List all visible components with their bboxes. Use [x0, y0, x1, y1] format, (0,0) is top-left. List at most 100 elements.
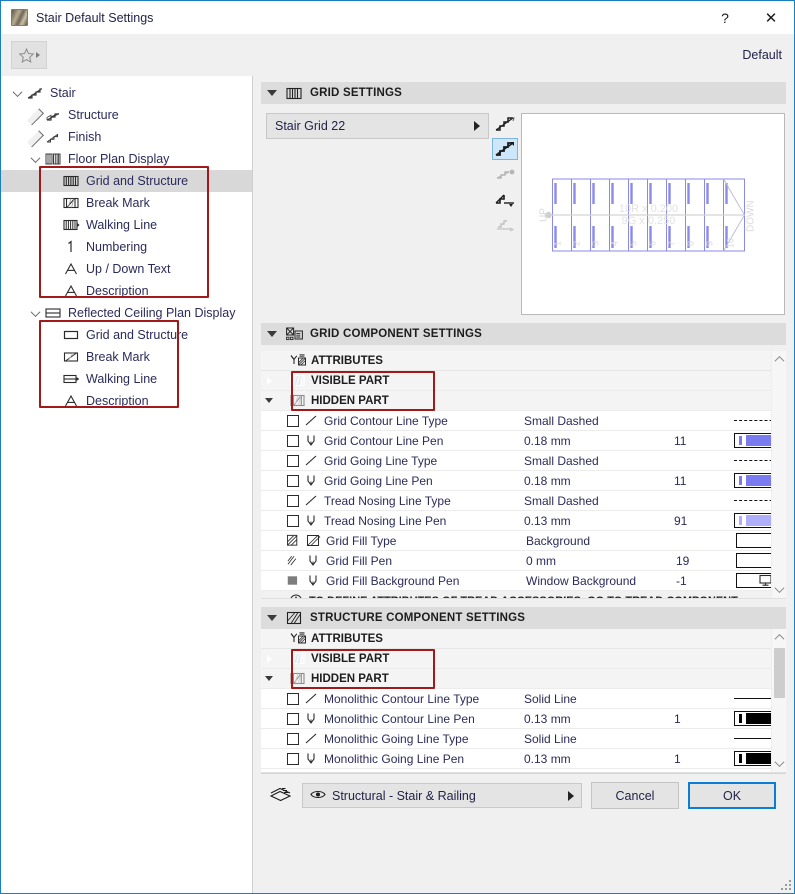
row-checkbox[interactable] [287, 712, 299, 725]
grid-combo[interactable]: Stair Grid 22 [266, 113, 489, 139]
table-row[interactable]: Monolithic Going Line Pen 0.13 mm 1 [261, 749, 771, 769]
chevron-down-icon[interactable] [27, 152, 43, 163]
sidebar-item-description[interactable]: Description [1, 280, 252, 302]
pen-color-swatch[interactable] [734, 433, 771, 448]
table-row[interactable]: Grid Fill Background Pen Window Backgroun… [261, 571, 771, 591]
help-button[interactable]: ? [702, 1, 748, 34]
ok-button[interactable]: OK [688, 782, 776, 809]
row-value[interactable]: 0.13 mm [524, 712, 674, 726]
stair-view-elevation-icon[interactable] [492, 213, 518, 235]
scroll-down-icon[interactable] [774, 581, 784, 598]
walking-line-icon [61, 218, 81, 232]
table-row[interactable]: Grid Going Line Type Small Dashed [261, 451, 771, 471]
row-value[interactable]: Small Dashed [524, 454, 674, 468]
row-value[interactable]: 0.13 mm [524, 752, 674, 766]
chevron-right-icon[interactable] [26, 107, 44, 125]
row-value[interactable]: 0.13 mm [524, 514, 674, 528]
table-row[interactable]: Grid Fill Type Background [261, 531, 771, 551]
sidebar-item-grid-and-structure[interactable]: Grid and Structure [1, 324, 252, 346]
collapse-triangle-icon[interactable] [261, 676, 277, 681]
row-value[interactable]: Small Dashed [524, 494, 674, 508]
table-row[interactable]: Grid Going Line Pen 0.18 mm 11 [261, 471, 771, 491]
favorites-button[interactable] [11, 41, 47, 69]
table-row[interactable]: Tread Nosing Line Type Small Dashed [261, 491, 771, 511]
row-checkbox[interactable] [287, 752, 299, 765]
pen-color-swatch[interactable] [734, 513, 771, 528]
sidebar-item-floor-plan-display[interactable]: Floor Plan Display [1, 148, 252, 170]
svg-text:6: 6 [648, 241, 658, 246]
sidebar-item-structure[interactable]: Structure [1, 104, 252, 126]
table-row[interactable]: Monolithic Going Line Type Solid Line [261, 729, 771, 749]
row-checkbox[interactable] [287, 434, 299, 447]
expand-triangle-icon[interactable] [261, 654, 277, 663]
structure-component-rows: ATTRIBUTES VISIBLE PART HIDDEN PART Monolit… [261, 629, 771, 772]
row-value[interactable]: Solid Line [524, 732, 674, 746]
row-value[interactable]: Window Background [526, 574, 676, 588]
scroll-up-icon[interactable] [774, 629, 784, 646]
row-value[interactable]: Background [526, 534, 676, 548]
cancel-button[interactable]: Cancel [591, 782, 679, 809]
group-row-hidden-part[interactable]: HIDDEN PART [261, 669, 771, 689]
stair-view-section-icon[interactable] [492, 188, 518, 210]
chevron-down-icon[interactable] [9, 86, 25, 97]
structure-component-settings-header[interactable]: STRUCTURE COMPONENT SETTINGS [261, 607, 786, 629]
sidebar-item-description[interactable]: Description [1, 390, 252, 412]
sidebar-item-finish[interactable]: Finish [1, 126, 252, 148]
row-value[interactable]: 0.18 mm [524, 474, 674, 488]
row-value[interactable]: 0.18 mm [524, 434, 674, 448]
pen-color-swatch[interactable] [734, 711, 771, 726]
row-value[interactable]: Small Dashed [524, 414, 674, 428]
window-background-swatch[interactable] [736, 573, 771, 588]
expand-triangle-icon[interactable] [261, 376, 277, 385]
chevron-down-icon[interactable] [27, 306, 43, 317]
group-row-visible-part[interactable]: VISIBLE PART [261, 649, 771, 669]
table-row[interactable]: Monolithic Contour Line Type Solid Line [261, 689, 771, 709]
sidebar-item-grid-and-structure[interactable]: Grid and Structure [1, 170, 252, 192]
sidebar-item-numbering[interactable]: Numbering [1, 236, 252, 258]
chevron-right-icon[interactable] [26, 129, 44, 147]
table-row[interactable]: Grid Fill Pen 0 mm 19 [261, 551, 771, 571]
sidebar-item-reflected-ceiling-plan-display[interactable]: Reflected Ceiling Plan Display [1, 302, 252, 324]
grid-table-scrollbar[interactable] [771, 351, 786, 598]
scroll-up-icon[interactable] [774, 351, 784, 368]
close-button[interactable]: ✕ [748, 1, 794, 34]
row-value[interactable]: 0 mm [526, 554, 676, 568]
sidebar-item-break-mark[interactable]: Break Mark [1, 346, 252, 368]
info-text: TO DEFINE ATTRIBUTES OF TREAD ACCESSORIE… [309, 595, 750, 598]
collapse-triangle-icon[interactable] [261, 398, 277, 403]
scroll-down-icon[interactable] [774, 755, 784, 772]
sidebar-item-up-down-text[interactable]: Up / Down Text [1, 258, 252, 280]
row-checkbox[interactable] [287, 494, 299, 507]
row-checkbox[interactable] [287, 454, 299, 467]
row-checkbox[interactable] [287, 692, 299, 705]
fill-swatch[interactable] [736, 533, 771, 548]
sidebar-item-break-mark[interactable]: Break Mark [1, 192, 252, 214]
stair-view-node-icon[interactable] [492, 163, 518, 185]
row-checkbox[interactable] [287, 474, 299, 487]
row-checkbox[interactable] [287, 732, 299, 745]
stair-view-3d-icon[interactable] [492, 113, 518, 135]
row-checkbox[interactable] [287, 514, 299, 527]
sidebar-item-walking-line[interactable]: Walking Line [1, 368, 252, 390]
row-value[interactable]: Solid Line [524, 692, 674, 706]
fill-swatch[interactable] [736, 553, 771, 568]
table-row[interactable]: Monolithic Contour Line Pen 0.13 mm 1 [261, 709, 771, 729]
group-row-hidden-part[interactable]: HIDDEN PART [261, 391, 771, 411]
table-row[interactable]: Tread Nosing Line Pen 0.13 mm 91 [261, 511, 771, 531]
row-checkbox[interactable] [287, 414, 299, 427]
stair-preview[interactable]: 10R x 0.200 9G x 0.250 1 2 3 4 5 6 7 8 9… [521, 113, 785, 315]
stair-view-plan-icon[interactable] [492, 138, 518, 160]
pen-color-swatch[interactable] [734, 473, 771, 488]
structure-table-scrollbar[interactable] [771, 629, 786, 772]
sidebar-item-walking-line[interactable]: Walking Line [1, 214, 252, 236]
scrollbar-thumb[interactable] [774, 648, 785, 698]
table-row[interactable]: Grid Contour Line Type Small Dashed [261, 411, 771, 431]
grid-component-settings-header[interactable]: GRID COMPONENT SETTINGS [261, 323, 786, 345]
layer-combo[interactable]: Structural - Stair & Railing [302, 783, 582, 808]
pen-color-swatch[interactable] [734, 751, 771, 766]
table-row[interactable]: Grid Contour Line Pen 0.18 mm 11 [261, 431, 771, 451]
grid-settings-header[interactable]: GRID SETTINGS [261, 82, 786, 104]
group-row-visible-part[interactable]: VISIBLE PART [261, 371, 771, 391]
sidebar-item-stair[interactable]: Stair [1, 82, 252, 104]
resize-grip[interactable] [781, 880, 791, 890]
